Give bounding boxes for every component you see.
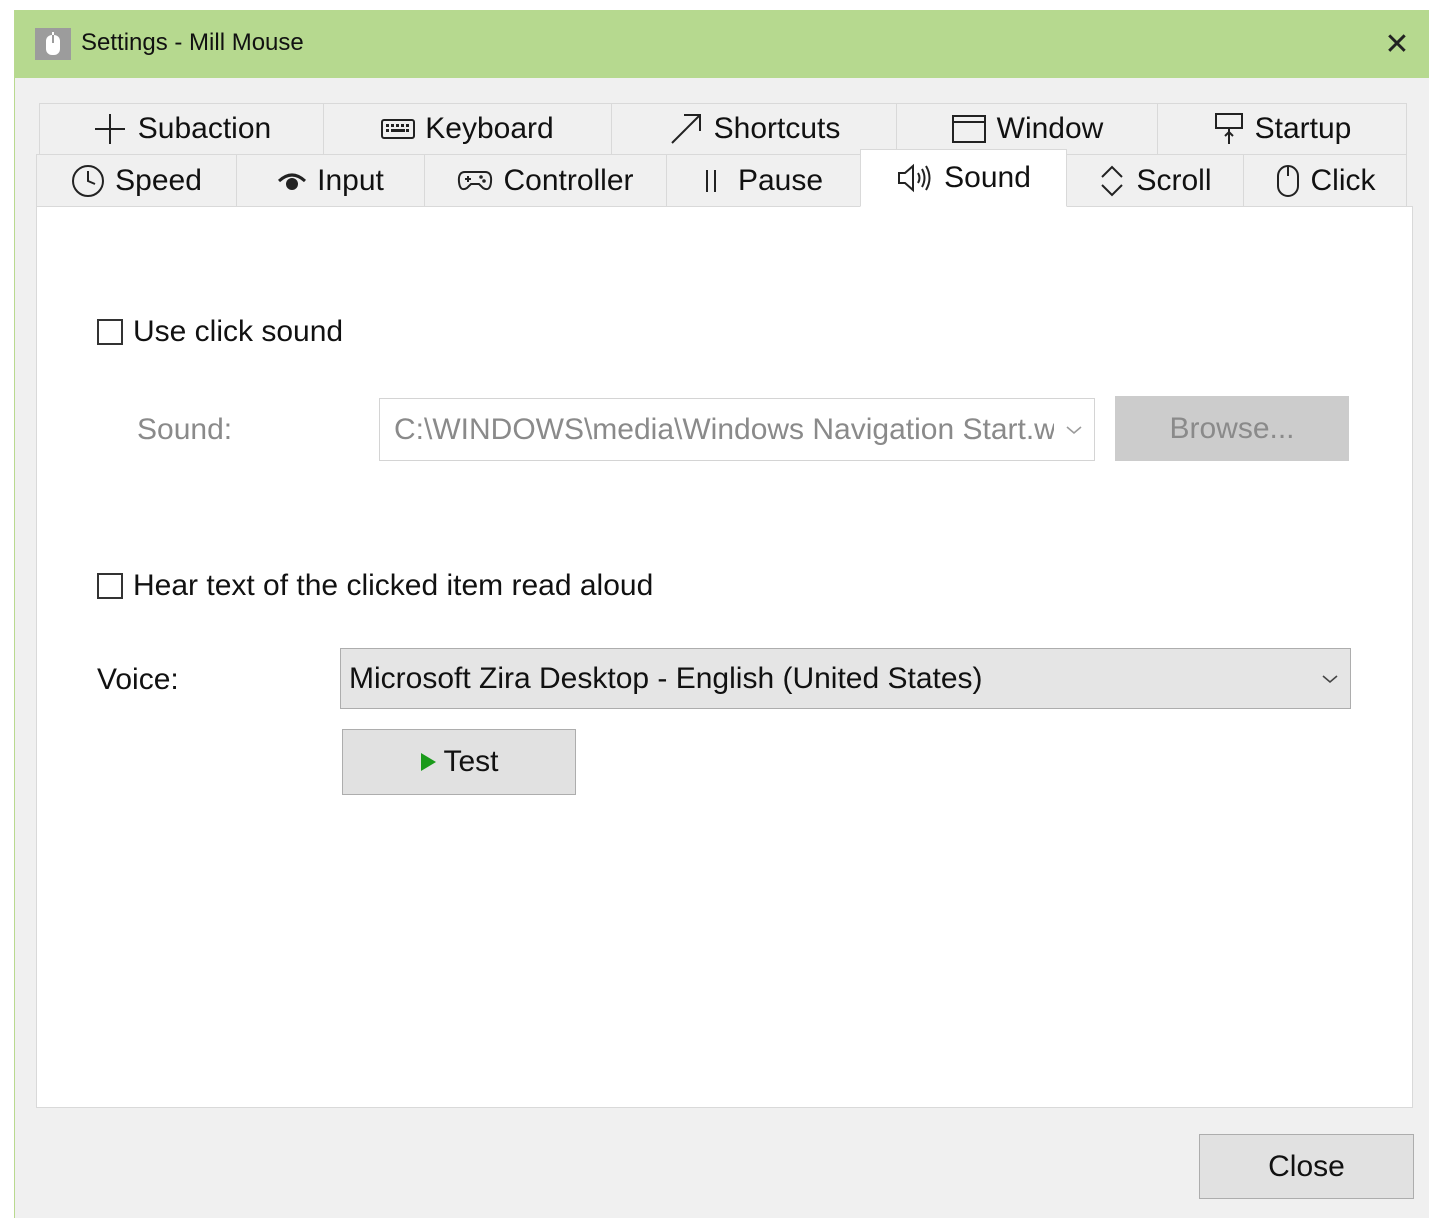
tab-label: Shortcuts: [713, 112, 841, 145]
close-icon: ✕: [1384, 27, 1410, 61]
tab-label: Scroll: [1136, 163, 1212, 197]
close-button[interactable]: Close: [1199, 1134, 1414, 1199]
tab-scroll[interactable]: Scroll: [1066, 154, 1244, 207]
tab-keyboard[interactable]: Keyboard: [323, 103, 612, 155]
window-title: Settings - Mill Mouse: [81, 29, 304, 56]
tab-label: Input: [317, 163, 384, 197]
test-voice-button[interactable]: Test: [342, 729, 576, 795]
tab-label: Startup: [1254, 112, 1352, 145]
clock-icon: [71, 164, 105, 198]
tab-window[interactable]: Window: [896, 103, 1158, 155]
tab-label: Subaction: [137, 112, 272, 145]
checkbox-box[interactable]: [97, 319, 123, 345]
checkbox-label: Use click sound: [133, 315, 344, 348]
chevron-down-icon: [1310, 674, 1350, 684]
play-icon: [419, 752, 437, 772]
eye-icon: [277, 169, 307, 193]
tab-click[interactable]: Click: [1243, 154, 1407, 207]
arrow-up-right-icon: [668, 111, 704, 147]
tab-label: Sound: [944, 161, 1031, 194]
mouse-app-icon: [35, 28, 71, 60]
sound-tab-panel: Use click sound Sound: C:\WINDOWS\media\…: [36, 206, 1413, 1108]
title-bar[interactable]: Settings - Mill Mouse ✕: [15, 10, 1429, 78]
tab-label: Speed: [115, 163, 202, 197]
tab-controller[interactable]: Controller: [424, 154, 667, 207]
window-icon: [951, 114, 987, 144]
tab-label: Click: [1310, 163, 1376, 197]
tab-label: Keyboard: [425, 112, 554, 145]
close-window-button[interactable]: ✕: [1375, 22, 1419, 66]
tab-shortcuts[interactable]: Shortcuts: [611, 103, 897, 155]
speaker-icon: [896, 163, 934, 193]
tab-sound[interactable]: Sound: [860, 149, 1067, 207]
plus-icon: [92, 111, 128, 147]
sound-file-value: C:\WINDOWS\media\Windows Navigation Star…: [394, 412, 1054, 446]
settings-window: Settings - Mill Mouse ✕ Subaction Keyboa…: [14, 10, 1429, 1218]
gamepad-icon: [457, 168, 493, 194]
sound-file-combobox[interactable]: C:\WINDOWS\media\Windows Navigation Star…: [379, 398, 1095, 461]
tab-label: Pause: [737, 163, 824, 197]
sound-label: Sound:: [137, 413, 233, 446]
browse-button[interactable]: Browse...: [1115, 396, 1349, 461]
tab-pause[interactable]: Pause: [666, 154, 861, 207]
chevron-down-icon: [1054, 425, 1094, 435]
checkbox-box[interactable]: [97, 573, 123, 599]
voice-combobox[interactable]: Microsoft Zira Desktop - English (United…: [340, 648, 1351, 709]
startup-icon: [1213, 112, 1245, 146]
voice-label: Voice:: [97, 663, 179, 696]
tab-subaction[interactable]: Subaction: [39, 103, 324, 155]
mouse-icon: [1275, 164, 1301, 198]
read-aloud-checkbox[interactable]: Hear text of the clicked item read aloud: [97, 569, 653, 603]
checkbox-label: Hear text of the clicked item read aloud: [133, 569, 654, 602]
scroll-icon: [1098, 164, 1126, 198]
keyboard-icon: [381, 118, 416, 140]
tab-label: Controller: [503, 163, 634, 197]
use-click-sound-checkbox[interactable]: Use click sound: [97, 315, 343, 349]
test-button-label: Test: [443, 745, 499, 778]
tab-label: Window: [996, 112, 1104, 145]
tab-speed[interactable]: Speed: [36, 154, 237, 207]
pause-icon: [704, 168, 718, 194]
tab-input[interactable]: Input: [236, 154, 425, 207]
voice-value: Microsoft Zira Desktop - English (United…: [349, 661, 983, 695]
tab-startup[interactable]: Startup: [1157, 103, 1407, 155]
